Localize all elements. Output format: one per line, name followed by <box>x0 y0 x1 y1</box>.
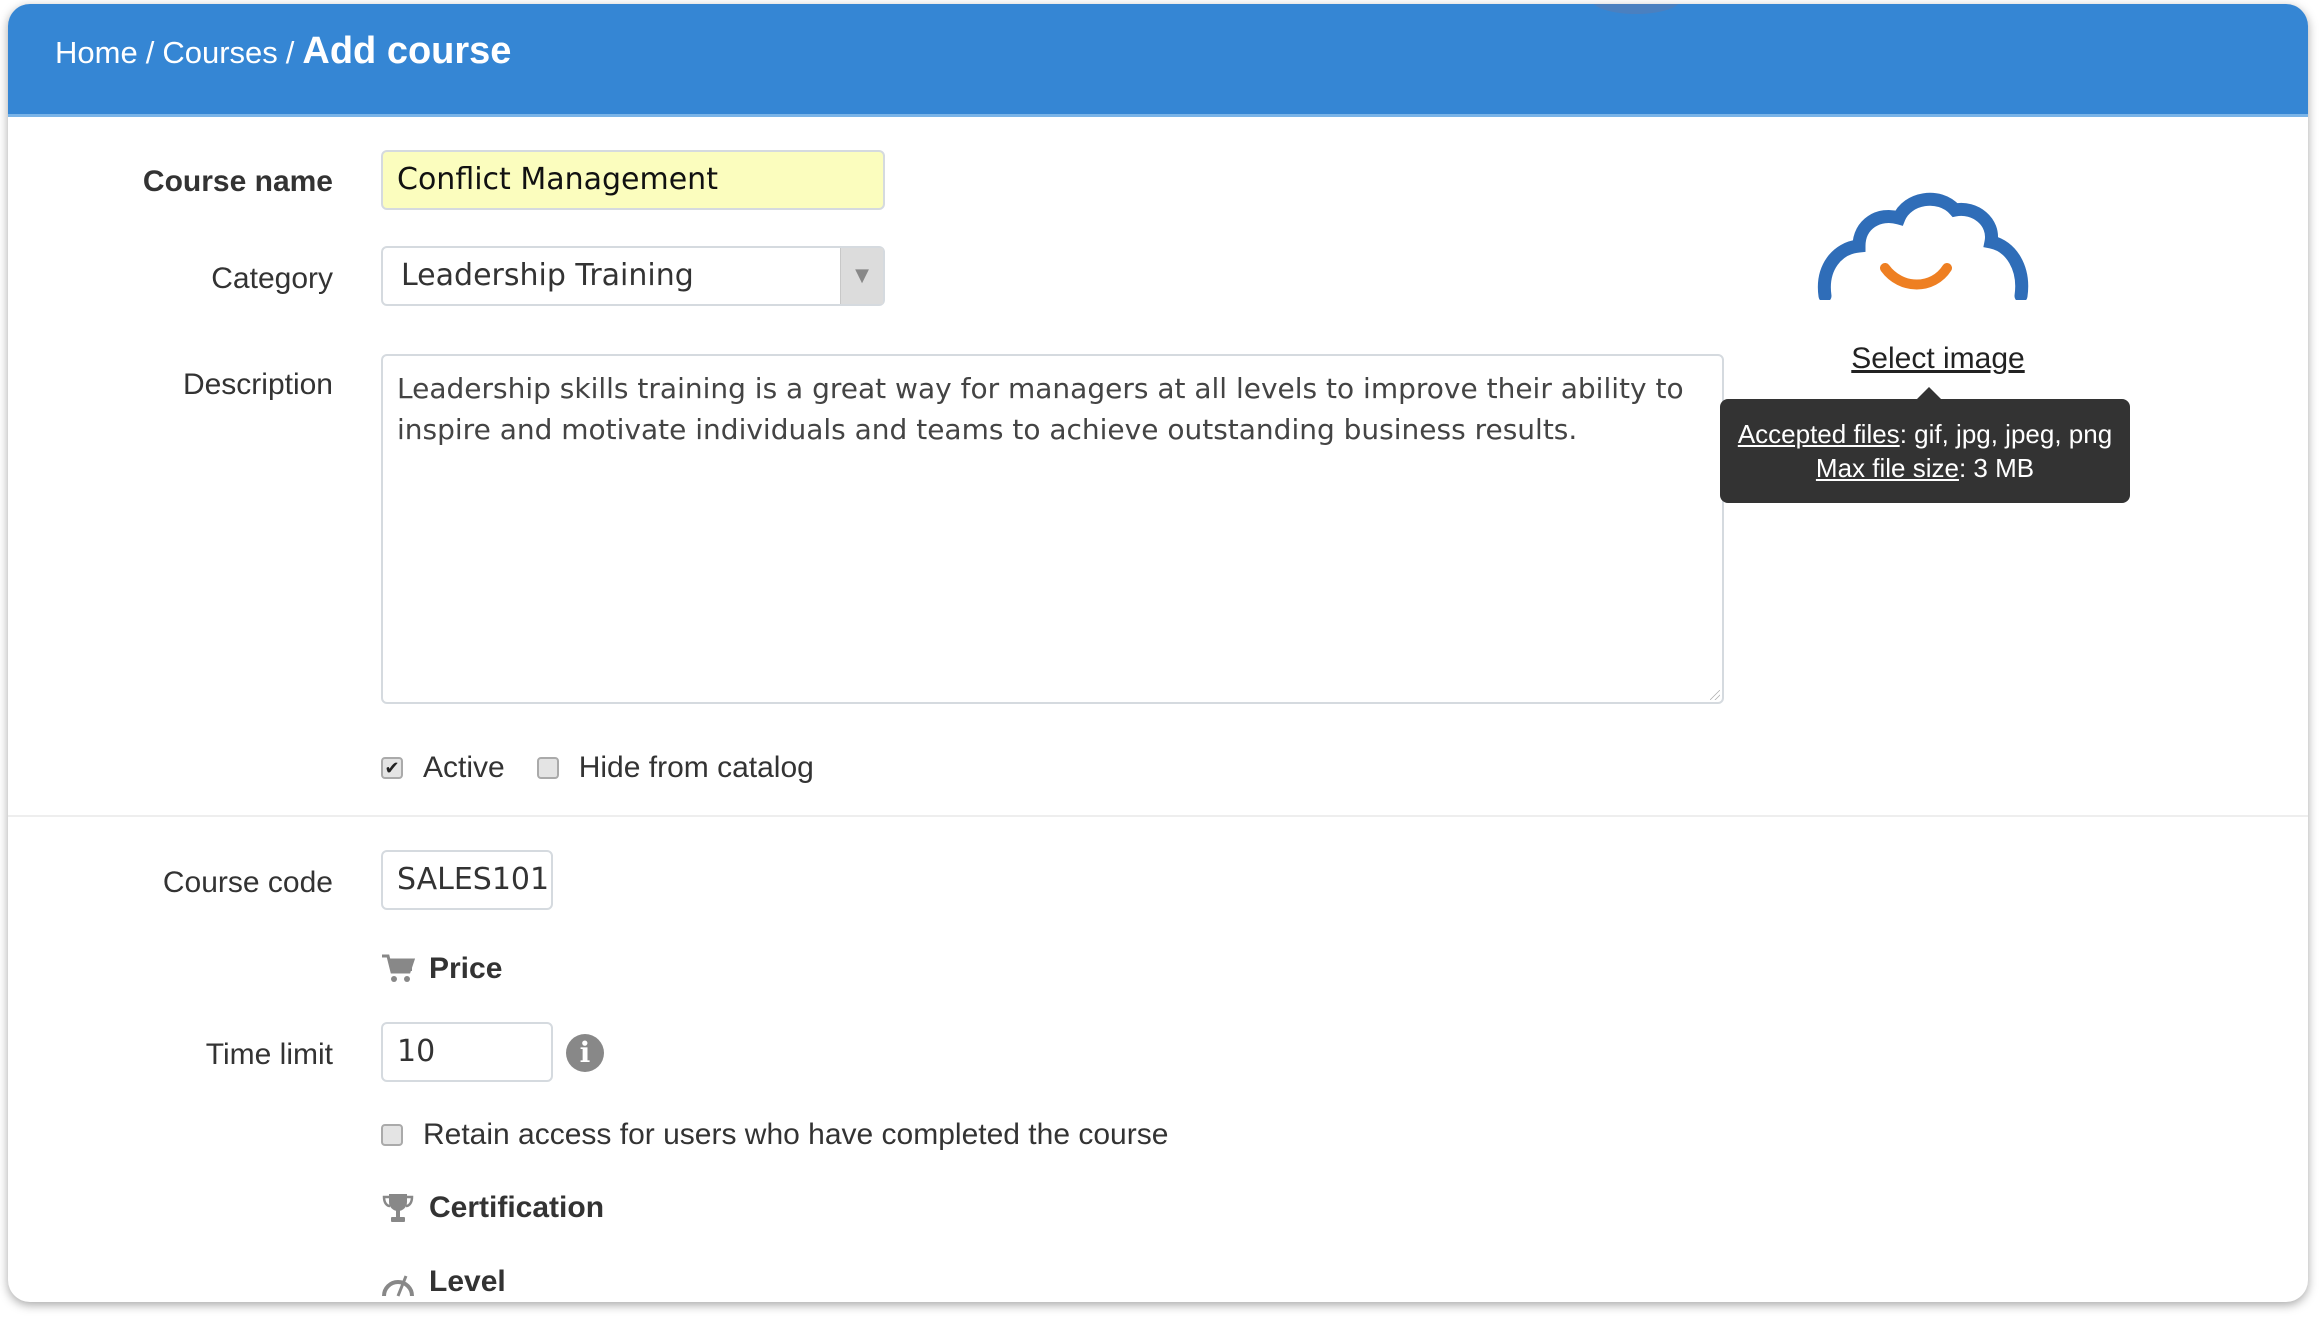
description-label: Description <box>182 368 333 401</box>
header-notch <box>1591 4 1681 14</box>
time-limit-label: Time limit <box>205 1038 333 1071</box>
course-code-input[interactable]: SALES101 <box>381 850 553 910</box>
hide-from-catalog-checkbox[interactable] <box>536 757 559 779</box>
max-file-size-line: Max file size: 3 MB <box>1720 451 2130 485</box>
retain-access-row[interactable]: Retain access for users who have complet… <box>381 1118 1168 1152</box>
accepted-files-value: : gif, jpg, jpeg, png <box>1899 419 2113 449</box>
breadcrumb-courses[interactable]: Courses <box>162 35 277 70</box>
breadcrumb-separator: / <box>145 35 155 70</box>
accepted-files-line: Accepted files: gif, jpg, jpeg, png <box>1720 417 2130 451</box>
select-image-link[interactable]: Select image <box>1838 342 2038 376</box>
cloud-smile-icon[interactable] <box>1815 190 2031 303</box>
info-icon[interactable]: i <box>566 1034 604 1072</box>
description-textarea[interactable]: Leadership skills training is a great wa… <box>381 354 1724 704</box>
page-title: Add course <box>302 30 512 72</box>
price-section[interactable]: Price <box>381 952 502 986</box>
section-divider <box>8 815 2308 817</box>
time-limit-input[interactable]: 10 <box>381 1022 553 1082</box>
certification-label: Certification <box>429 1191 605 1224</box>
resize-handle[interactable] <box>1710 690 1720 700</box>
description-text: Leadership skills training is a great wa… <box>397 372 1684 446</box>
course-code-label: Course code <box>162 866 333 899</box>
add-course-panel: Home / Courses / Add course Course name Conf… <box>8 4 2308 1302</box>
file-requirements-tooltip: Accepted files: gif, jpg, jpeg, png Max … <box>1720 387 2130 503</box>
accepted-files-label: Accepted files <box>1737 419 1900 449</box>
max-file-size-label: Max file size <box>1815 453 1959 483</box>
category-select[interactable]: Leadership Training ▼ <box>381 246 885 306</box>
category-selected-value: Leadership Training <box>401 258 694 293</box>
shopping-cart-icon <box>381 953 416 985</box>
course-name-label: Course name <box>142 165 333 198</box>
breadcrumb-separator: / <box>285 35 295 70</box>
active-checkbox-row[interactable]: ✔ Active Hide from catalog <box>381 751 814 785</box>
breadcrumb-home[interactable]: Home <box>55 35 138 70</box>
retain-access-checkbox[interactable] <box>381 1124 403 1146</box>
level-label: Level <box>429 1265 506 1298</box>
trophy-icon <box>381 1192 415 1224</box>
gauge-icon <box>381 1266 415 1298</box>
category-label: Category <box>211 262 333 295</box>
page-header: Home / Courses / Add course <box>8 4 2308 117</box>
course-name-input[interactable]: Conflict Management <box>381 150 885 210</box>
max-file-size-value: : 3 MB <box>1958 453 2035 483</box>
hide-from-catalog-label: Hide from catalog <box>578 751 814 784</box>
level-section[interactable]: Level <box>381 1265 506 1299</box>
active-label: Active <box>423 751 505 784</box>
retain-access-label: Retain access for users who have complet… <box>423 1118 1169 1151</box>
chevron-down-icon[interactable]: ▼ <box>840 248 883 304</box>
price-label: Price <box>429 952 503 985</box>
breadcrumb: Home / Courses / Add course <box>55 30 511 73</box>
active-checkbox[interactable]: ✔ <box>381 757 403 779</box>
certification-section[interactable]: Certification <box>381 1191 604 1225</box>
